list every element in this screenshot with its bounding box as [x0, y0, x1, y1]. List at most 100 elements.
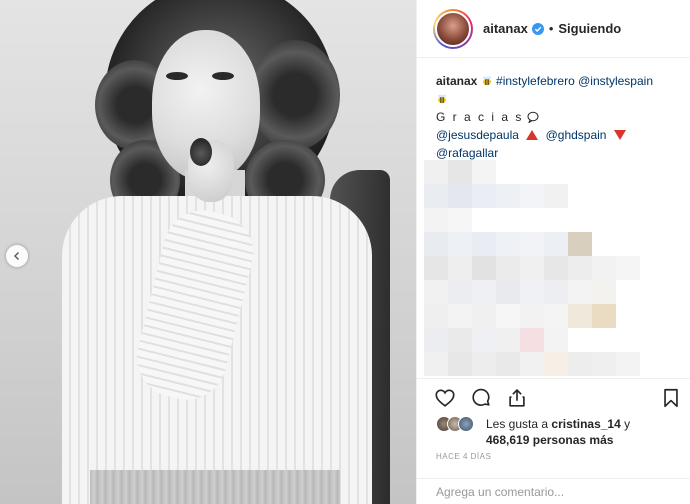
- verified-badge-icon: [531, 22, 544, 35]
- pixel-block: [520, 328, 544, 352]
- likes-summary: Les gusta a cristinas_14 y 468,619 perso…: [436, 414, 676, 448]
- speech-bubble-icon: [527, 111, 539, 123]
- pixel-block: [448, 352, 472, 376]
- pixel-block: [472, 328, 496, 352]
- pixel-block: [424, 232, 448, 256]
- pixel-block: [496, 328, 520, 352]
- caption-line-4: @jesusdepaula @ghdspain: [436, 126, 676, 144]
- pixel-block: [448, 280, 472, 304]
- pixel-block: [544, 256, 568, 280]
- avatar: [435, 10, 471, 47]
- photo-jeans: [90, 470, 340, 504]
- pixel-block: [592, 280, 616, 304]
- pixel-block: [472, 304, 496, 328]
- follow-button[interactable]: Siguiendo: [558, 21, 621, 36]
- pixelated-comments: [424, 160, 664, 378]
- post-header: aitanax • Siguiendo: [417, 0, 690, 58]
- pixel-block: [424, 352, 448, 376]
- pixel-block: [568, 352, 592, 376]
- heart-icon[interactable]: [434, 387, 456, 409]
- pixel-block: [544, 184, 568, 208]
- photo-hair-curl: [250, 40, 340, 150]
- pixel-block: [496, 280, 520, 304]
- pixel-block: [424, 208, 448, 232]
- comment-input[interactable]: [436, 484, 676, 499]
- first-liker-link[interactable]: cristinas_14: [551, 417, 620, 431]
- hashtag-link[interactable]: #instylefebrero: [496, 74, 575, 88]
- pixel-block: [472, 352, 496, 376]
- caption-username[interactable]: aitanax: [436, 74, 477, 88]
- pixel-block: [544, 280, 568, 304]
- red-triangle-up-icon: [526, 130, 539, 140]
- pixel-block: [424, 280, 448, 304]
- comment-box: [416, 478, 690, 504]
- chevron-left-icon: [14, 252, 19, 260]
- mention-link[interactable]: @rafagallar: [436, 146, 498, 160]
- likes-suffix[interactable]: personas más: [533, 433, 614, 447]
- photo-eye: [212, 72, 234, 80]
- pixel-block: [496, 232, 520, 256]
- pixel-block: [448, 304, 472, 328]
- caption-line-2: [436, 90, 676, 108]
- pixel-block: [544, 328, 568, 352]
- mention-link[interactable]: @instylespain: [578, 74, 653, 88]
- post-timestamp[interactable]: HACE 4 DÍAS: [436, 452, 491, 461]
- pixel-block: [472, 280, 496, 304]
- pixel-block: [568, 256, 592, 280]
- bee-emoji-icon: [482, 76, 491, 86]
- pixel-block: [496, 184, 520, 208]
- post-photo[interactable]: [0, 0, 416, 504]
- pixel-block: [448, 184, 472, 208]
- avatar-ring[interactable]: [433, 8, 473, 49]
- liker-avatars[interactable]: [436, 416, 486, 432]
- pixel-block: [520, 256, 544, 280]
- pixel-block: [448, 160, 472, 184]
- pixel-block: [496, 256, 520, 280]
- caption-thanks: G r a c i a s: [436, 110, 524, 124]
- pixel-block: [568, 304, 592, 328]
- pixel-block: [448, 256, 472, 280]
- header-separator: •: [548, 21, 554, 36]
- pixel-block: [448, 208, 472, 232]
- pixel-block: [472, 184, 496, 208]
- carousel-prev-button[interactable]: [6, 245, 28, 267]
- pixel-block: [424, 304, 448, 328]
- pixel-block: [568, 280, 592, 304]
- pixel-block: [592, 256, 616, 280]
- pixel-block: [544, 352, 568, 376]
- pixel-block: [424, 160, 448, 184]
- likes-prefix: Les gusta a: [486, 417, 552, 431]
- pixel-block: [520, 280, 544, 304]
- photo-mouth: [190, 138, 212, 166]
- share-icon[interactable]: [506, 387, 528, 409]
- pixel-block: [520, 352, 544, 376]
- caption-line-3: G r a c i a s: [436, 108, 676, 126]
- pixel-block: [496, 304, 520, 328]
- pixel-block: [496, 352, 520, 376]
- pixel-block: [472, 232, 496, 256]
- pixel-block: [544, 232, 568, 256]
- comment-icon[interactable]: [470, 387, 492, 409]
- action-bar: [416, 378, 690, 416]
- pixel-block: [448, 328, 472, 352]
- red-triangle-down-icon: [613, 130, 626, 140]
- likes-text: Les gusta a cristinas_14 y 468,619 perso…: [486, 416, 676, 448]
- pixel-block: [448, 232, 472, 256]
- pixel-block: [424, 328, 448, 352]
- bee-emoji-icon: [438, 94, 446, 104]
- pixel-block: [592, 304, 616, 328]
- pixel-block: [520, 184, 544, 208]
- pixel-block: [544, 304, 568, 328]
- pixel-block: [616, 352, 640, 376]
- header-username[interactable]: aitanax: [483, 21, 528, 36]
- mention-link[interactable]: @jesusdepaula: [436, 128, 519, 142]
- pixel-block: [592, 352, 616, 376]
- pixel-block: [616, 256, 640, 280]
- post-caption: aitanax #instylefebrero @instylespain G …: [436, 72, 676, 162]
- likes-count[interactable]: 468,619: [486, 433, 529, 447]
- likes-connector: y: [620, 417, 631, 431]
- photo-eye: [166, 72, 188, 80]
- mention-link[interactable]: @ghdspain: [546, 128, 607, 142]
- bookmark-icon[interactable]: [660, 387, 682, 409]
- pixel-block: [472, 256, 496, 280]
